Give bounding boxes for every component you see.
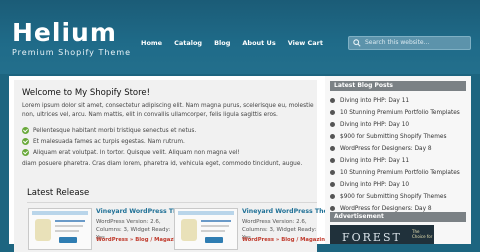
site-header: Helium Premium Shopify Theme Home Catalo… (0, 0, 480, 74)
blog-post-link[interactable]: Diving into PHP: Day 10 (330, 179, 466, 190)
blog-post-link[interactable]: $900 for Submitting Shopify Themes (330, 131, 466, 142)
bullet-icon (330, 110, 335, 115)
search-input[interactable]: Search this website... (348, 36, 471, 50)
blog-post-link[interactable]: 10 Stunning Premium Portfolio Templates (330, 107, 466, 118)
welcome-bullets: Pellentesque habitant morbi tristique se… (22, 125, 240, 158)
bullet-icon (330, 182, 335, 187)
bullet-icon (330, 98, 335, 103)
bullet-item: Et malesuada fames ac turpis egestas. Na… (22, 136, 240, 147)
post-title: Diving into PHP: Day 10 (340, 181, 410, 188)
post-title: Diving into PHP: Day 10 (340, 121, 410, 128)
bullet-text: Pellentesque habitant morbi tristique se… (33, 127, 197, 134)
nav-about-us[interactable]: About Us (242, 39, 275, 47)
bullet-text: Aliquam erat volutpat. In tortor. Quisqu… (33, 149, 240, 156)
blog-post-link[interactable]: 10 Stunning Premium Portfolio Templates (330, 167, 466, 178)
sidebar: Latest Blog Posts Diving into PHP: Day 1… (325, 76, 471, 244)
check-icon (22, 149, 29, 156)
blog-post-link[interactable]: WordPress for Designers: Day 8 (330, 143, 466, 154)
main-nav: Home Catalog Blog About Us View Cart (141, 39, 335, 47)
post-title: $900 for Submitting Shopify Themes (340, 133, 447, 140)
welcome-box: Welcome to My Shopify Store! Lorem ipsum… (14, 80, 338, 252)
bullet-icon (330, 158, 335, 163)
release-card: Vineyard WordPress Theme WordPress Versi… (28, 208, 192, 250)
ad-text: FOREST (342, 231, 402, 244)
post-title: $900 for Submitting Shopify Themes (340, 193, 447, 200)
blog-post-link[interactable]: Diving into PHP: Day 10 (330, 119, 466, 130)
post-title: 10 Stunning Premium Portfolio Templates (340, 109, 460, 116)
latest-release-heading: Latest Release (27, 188, 90, 198)
post-title: WordPress for Designers: Day 8 (340, 205, 432, 212)
release-category-links[interactable]: WordPress » Blog / Magazine (242, 237, 329, 243)
check-icon (22, 138, 29, 145)
ad-subtext: The Choice for (412, 229, 433, 239)
post-title: Diving into PHP: Day 11 (340, 97, 410, 104)
post-title: 10 Stunning Premium Portfolio Templates (340, 169, 460, 176)
bullet-text: Et malesuada fames ac turpis egestas. Na… (33, 138, 185, 145)
blog-posts-heading: Latest Blog Posts (330, 81, 466, 91)
release-meta-line: WordPress Version: 2.6, (242, 219, 307, 225)
blog-post-link[interactable]: Diving into PHP: Day 11 (330, 95, 466, 106)
search-placeholder: Search this website... (365, 39, 430, 46)
bullet-icon (330, 146, 335, 151)
search-icon (353, 39, 361, 47)
nav-home[interactable]: Home (141, 39, 162, 47)
bullet-item: Aliquam erat volutpat. In tortor. Quisqu… (22, 147, 240, 158)
welcome-closing: diam posuere pharetra. Cras diam lorem, … (22, 161, 303, 167)
bullet-icon (330, 194, 335, 199)
bullet-icon (330, 170, 335, 175)
welcome-title: Welcome to My Shopify Store! (22, 88, 151, 98)
main-column: Welcome to My Shopify Store! Lorem ipsum… (9, 76, 338, 252)
blog-post-link[interactable]: $900 for Submitting Shopify Themes (330, 191, 466, 202)
bullet-icon (330, 206, 335, 211)
content-area: Welcome to My Shopify Store! Lorem ipsum… (9, 76, 471, 252)
site-logo[interactable]: Helium (12, 20, 117, 45)
bullet-icon (330, 122, 335, 127)
release-title-link[interactable]: Vineyard WordPress Theme (242, 208, 338, 215)
nav-catalog[interactable]: Catalog (174, 39, 202, 47)
bullet-icon (330, 134, 335, 139)
check-icon (22, 127, 29, 134)
nav-view-cart[interactable]: View Cart (288, 39, 323, 47)
release-card: Vineyard WordPress Theme WordPress Versi… (174, 208, 338, 250)
bullet-item: Pellentesque habitant morbi tristique se… (22, 125, 240, 136)
advertisement-heading: Advertisement (330, 212, 466, 222)
nav-blog[interactable]: Blog (214, 39, 230, 47)
blog-post-link[interactable]: Diving into PHP: Day 11 (330, 155, 466, 166)
post-title: Diving into PHP: Day 11 (340, 157, 410, 164)
release-category-links[interactable]: WordPress » Blog / Magazine (96, 237, 183, 243)
release-meta-line: WordPress Version: 2.6, (96, 219, 161, 225)
advertisement-banner[interactable]: FOREST The Choice for (330, 225, 434, 244)
post-title: WordPress for Designers: Day 8 (340, 145, 432, 152)
welcome-paragraph: Lorem ipsum dolor sit amet, consectetur … (22, 103, 314, 118)
site-tagline: Premium Shopify Theme (12, 48, 132, 57)
divider (27, 202, 317, 203)
